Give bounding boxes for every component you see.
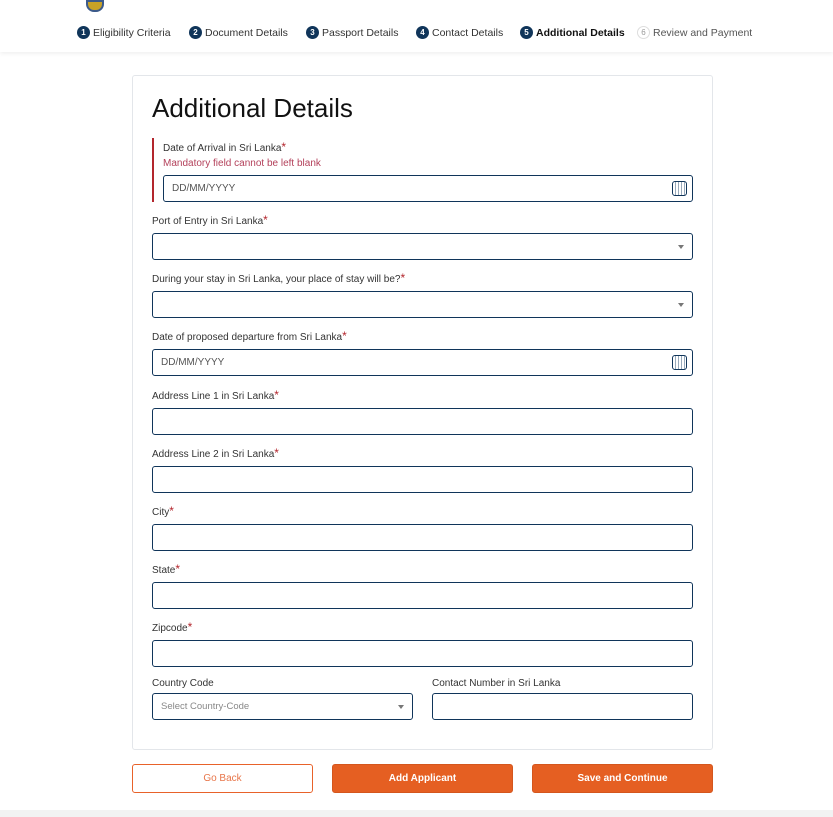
stay-label: During your stay in Sri Lanka, your plac… [152, 271, 406, 285]
step-number: 3 [306, 26, 319, 39]
state-input[interactable] [152, 582, 693, 609]
step-number: 6 [637, 26, 650, 39]
add-applicant-button[interactable]: Add Applicant [332, 764, 513, 793]
address1-label: Address Line 1 in Sri Lanka* [152, 388, 279, 402]
calendar-icon[interactable] [672, 355, 687, 370]
save-continue-button[interactable]: Save and Continue [532, 764, 713, 793]
step-eligibility[interactable]: 1 Eligibility Criteria [77, 26, 171, 39]
step-label: Passport Details [322, 26, 399, 39]
arrival-label: Date of Arrival in Sri Lanka* [163, 140, 287, 154]
chevron-down-icon [398, 705, 404, 709]
step-additional[interactable]: 5 Additional Details [520, 26, 625, 39]
step-number: 5 [520, 26, 533, 39]
page-title: Additional Details [152, 93, 353, 123]
error-indicator [152, 138, 154, 202]
footer [0, 810, 833, 817]
arrival-date-input[interactable]: DD/MM/YYYY [163, 175, 693, 202]
address2-label: Address Line 2 in Sri Lanka* [152, 446, 279, 460]
country-code-select[interactable]: Select Country-Code [152, 693, 413, 720]
contact-number-input[interactable] [432, 693, 693, 720]
header: 1 Eligibility Criteria 2 Document Details … [0, 0, 833, 52]
port-label: Port of Entry in Sri Lanka* [152, 213, 268, 227]
address2-input[interactable] [152, 466, 693, 493]
zipcode-input[interactable] [152, 640, 693, 667]
port-select[interactable] [152, 233, 693, 260]
address1-input[interactable] [152, 408, 693, 435]
step-contact[interactable]: 4 Contact Details [416, 26, 503, 39]
arrival-error: Mandatory field cannot be left blank [163, 158, 321, 169]
step-passport[interactable]: 3 Passport Details [306, 26, 398, 39]
zipcode-label: Zipcode* [152, 620, 193, 634]
step-number: 4 [416, 26, 429, 39]
calendar-icon[interactable] [672, 181, 687, 196]
state-label: State* [152, 562, 181, 576]
stay-select[interactable] [152, 291, 693, 318]
step-label: Eligibility Criteria [93, 26, 171, 39]
emblem-logo [86, 0, 104, 12]
contact-number-label: Contact Number in Sri Lanka [432, 678, 561, 689]
step-number: 1 [77, 26, 90, 39]
city-input[interactable] [152, 524, 693, 551]
step-label: Review and Payment [653, 26, 753, 39]
departure-date-input[interactable]: DD/MM/YYYY [152, 349, 693, 376]
step-label: Additional Details [536, 26, 625, 39]
step-number: 2 [189, 26, 202, 39]
step-label: Contact Details [432, 26, 504, 39]
step-label: Document Details [205, 26, 288, 39]
country-code-label: Country Code [152, 678, 214, 689]
city-label: City* [152, 504, 174, 518]
chevron-down-icon [678, 245, 684, 249]
go-back-button[interactable]: Go Back [132, 764, 313, 793]
chevron-down-icon [678, 303, 684, 307]
step-document[interactable]: 2 Document Details [189, 26, 288, 39]
step-review: 6 Review and Payment [637, 26, 752, 39]
departure-label: Date of proposed departure from Sri Lank… [152, 329, 347, 343]
